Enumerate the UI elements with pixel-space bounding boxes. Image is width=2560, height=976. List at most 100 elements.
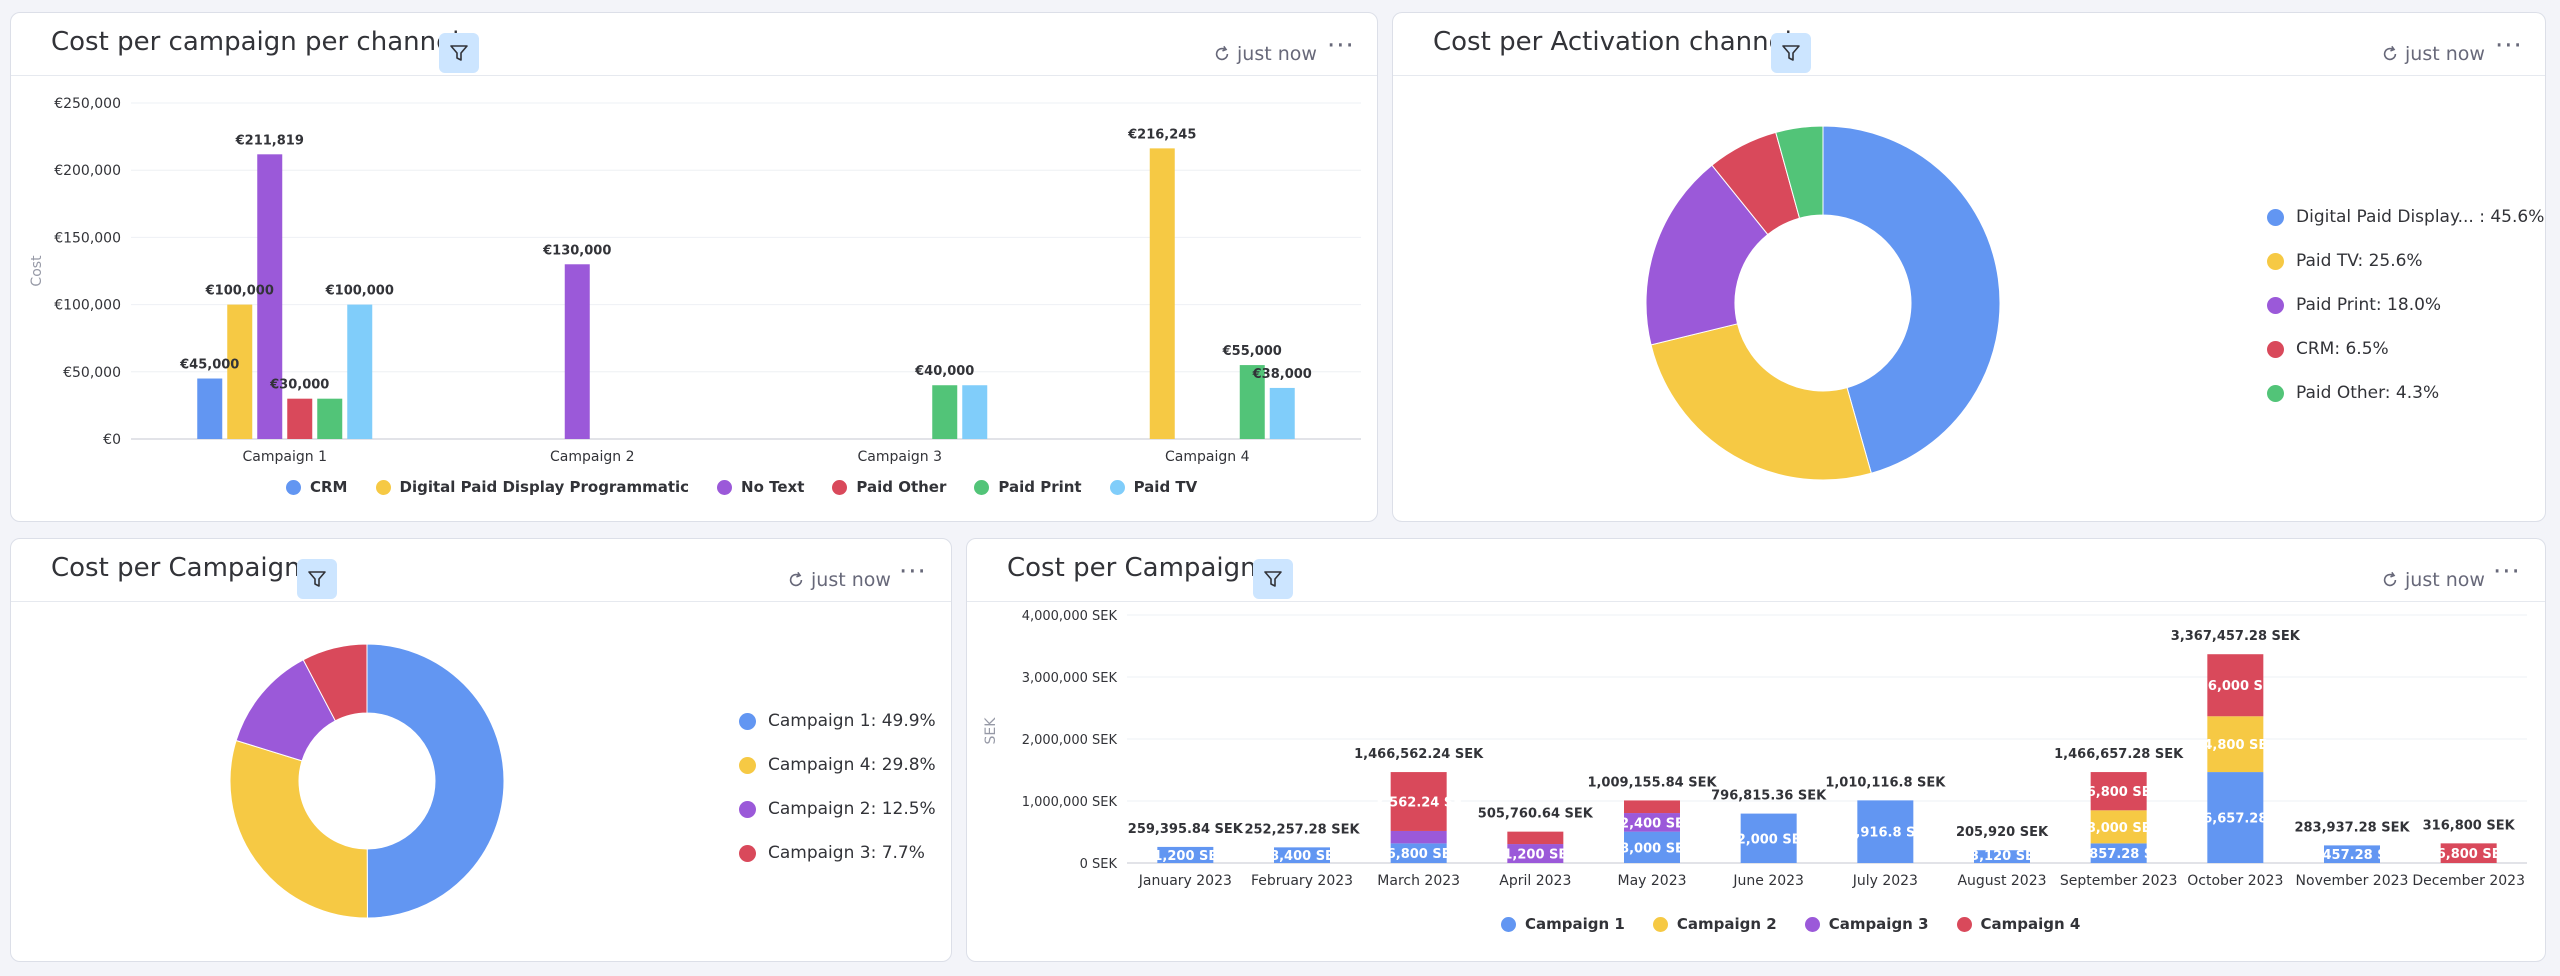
- segment-label: 8,400 SE: [1270, 849, 1334, 864]
- legend-label: Digital Paid Display Programmatic: [399, 478, 690, 496]
- widget-title: Cost per campaign per channel: [51, 27, 460, 57]
- legend-item[interactable]: Campaign 2: 12.5%: [739, 799, 936, 819]
- y-tick-label: €250,000: [54, 96, 121, 112]
- legend-swatch: [2267, 340, 2284, 358]
- data-label: €216,245: [1127, 127, 1196, 142]
- legend-item[interactable]: Paid Other: 4.3%: [2267, 383, 2544, 403]
- filter-button[interactable]: [439, 33, 479, 73]
- y-tick-label: €150,000: [54, 230, 121, 246]
- segment-label: 2,400 SE: [1620, 816, 1684, 831]
- segment-label: 1,200 SE: [1153, 849, 1217, 864]
- legend-item[interactable]: Paid Other: [832, 478, 946, 496]
- legend-item[interactable]: Campaign 1: 49.9%: [739, 711, 936, 731]
- legend-swatch: [2267, 252, 2284, 270]
- legend-item[interactable]: Paid Print: [974, 478, 1082, 496]
- filter-button[interactable]: [1771, 33, 1811, 73]
- legend-item[interactable]: Campaign 4: [1956, 915, 2081, 933]
- legend-swatch: [739, 800, 756, 818]
- bar[interactable]: [287, 398, 313, 439]
- bar[interactable]: [932, 385, 958, 439]
- legend-label: Campaign 3: 7.7%: [768, 843, 925, 863]
- segment-label: 6,657.28: [2203, 812, 2267, 827]
- segment-label: 6,800 SE: [2087, 785, 2151, 800]
- legend-label: Campaign 3: [1828, 915, 1929, 933]
- legend-label: Digital Paid Display... : 45.6%: [2296, 207, 2545, 227]
- widget-title: Cost per Campaign: [51, 553, 301, 583]
- y-axis-label: Cost: [29, 255, 45, 287]
- x-tick-label: Campaign 2: [550, 449, 634, 465]
- legend-item[interactable]: Paid Print: 18.0%: [2267, 295, 2544, 315]
- segment-label: 8,000 SE: [1620, 841, 1684, 856]
- bar[interactable]: [962, 385, 988, 439]
- refresh-button[interactable]: just now: [1213, 43, 1317, 65]
- pie-slice[interactable]: [229, 739, 368, 919]
- total-label: 3,367,457.28 SEK: [2171, 629, 2301, 644]
- legend-item[interactable]: Paid TV: 25.6%: [2267, 251, 2544, 271]
- segment-label: 4,800 SE: [2203, 738, 2267, 753]
- chart-legend: Campaign 1: 49.9% Campaign 4: 29.8% Campai…: [739, 711, 936, 863]
- legend-item[interactable]: Paid TV: [1109, 478, 1197, 496]
- bar-segment[interactable]: [1507, 831, 1564, 845]
- legend-item[interactable]: Campaign 2: [1652, 915, 1777, 933]
- x-tick-label: Campaign 1: [243, 449, 327, 465]
- refresh-label: just now: [1237, 43, 1317, 65]
- filter-button[interactable]: [297, 559, 337, 599]
- bar[interactable]: [1269, 387, 1295, 439]
- widget-cost-per-activation-channel: Cost per Activation channel just now ···…: [1392, 12, 2546, 522]
- more-options-button[interactable]: ···: [1327, 31, 1355, 61]
- legend-swatch: [286, 479, 301, 495]
- x-tick-label: December 2023: [2412, 873, 2525, 889]
- bar[interactable]: [564, 264, 590, 439]
- refresh-label: just now: [811, 569, 891, 591]
- refresh-button[interactable]: just now: [787, 569, 891, 591]
- legend-item[interactable]: Campaign 3: [1804, 915, 1929, 933]
- x-tick-label: May 2023: [1617, 873, 1686, 889]
- legend-item[interactable]: Campaign 4: 29.8%: [739, 755, 936, 775]
- more-options-button[interactable]: ···: [2493, 557, 2521, 587]
- bar[interactable]: [317, 398, 343, 439]
- legend-item[interactable]: Digital Paid Display... : 45.6%: [2267, 207, 2544, 227]
- refresh-icon: [1215, 45, 1229, 61]
- bar[interactable]: [347, 304, 373, 439]
- x-tick-label: June 2023: [1732, 873, 1804, 889]
- legend-label: Campaign 2: [1676, 915, 1777, 933]
- refresh-button[interactable]: just now: [2381, 43, 2485, 65]
- refresh-button[interactable]: just now: [2381, 569, 2485, 591]
- legend-swatch: [739, 712, 756, 730]
- y-tick-label: €200,000: [54, 163, 121, 179]
- legend-label: No Text: [741, 478, 805, 496]
- data-label: €30,000: [269, 378, 329, 393]
- bar-chart: €0 €50,000 €100,000 €150,000 €200,000 €250,00…: [29, 96, 1361, 465]
- legend-item[interactable]: CRM: [286, 478, 348, 496]
- segment-label: 6,800 SE: [1387, 847, 1451, 862]
- pie-slice[interactable]: [1650, 323, 1872, 481]
- segment-label: 2,000 SE: [1737, 832, 1801, 847]
- legend-item[interactable]: Digital Paid Display Programmatic: [375, 478, 690, 496]
- legend-item[interactable]: CRM: 6.5%: [2267, 339, 2544, 359]
- legend-label: Campaign 4: [1980, 915, 2081, 933]
- y-tick-label: 4,000,000 SEK: [1022, 609, 1118, 624]
- total-label: 796,815.36 SEK: [1711, 789, 1827, 804]
- data-label: €100,000: [205, 284, 274, 299]
- donut-chart: [1645, 125, 2001, 481]
- legend-item[interactable]: No Text: [717, 478, 804, 496]
- more-options-button[interactable]: ···: [2495, 31, 2523, 61]
- legend-item[interactable]: Campaign 3: 7.7%: [739, 843, 936, 863]
- legend-swatch: [2267, 296, 2284, 314]
- bar-segment[interactable]: [1390, 830, 1447, 844]
- more-options-button[interactable]: ···: [899, 557, 927, 587]
- x-tick-label: August 2023: [1957, 873, 2046, 889]
- filter-button[interactable]: [1253, 559, 1293, 599]
- y-tick-label: 3,000,000 SEK: [1022, 671, 1118, 686]
- bar[interactable]: [1149, 148, 1175, 439]
- x-tick-label: March 2023: [1377, 873, 1460, 889]
- pie-slice[interactable]: [366, 643, 505, 919]
- legend-swatch: [739, 756, 756, 774]
- bar-segment[interactable]: [1624, 800, 1680, 814]
- widget-header: Cost per Campaign just now ···: [11, 539, 951, 602]
- bar[interactable]: [197, 378, 223, 439]
- y-tick-label: €50,000: [63, 365, 121, 381]
- legend-item[interactable]: Campaign 1: [1501, 915, 1625, 933]
- segment-label: 8,000 SE: [2087, 821, 2151, 836]
- segment-label: 3,562.24 SE: [1375, 796, 1462, 811]
